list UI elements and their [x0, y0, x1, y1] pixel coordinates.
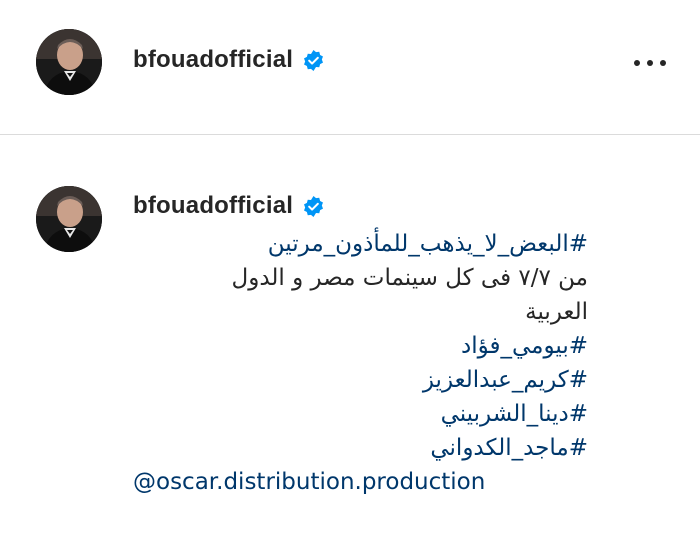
hashtag-link[interactable]: #دينا_الشربيني — [133, 397, 588, 431]
comment-username[interactable]: bfouadofficial — [133, 192, 325, 220]
more-dot — [647, 60, 653, 66]
profile-photo-icon — [36, 29, 102, 95]
mention-link[interactable]: @oscar.distribution.production — [133, 465, 588, 499]
hashtag-link[interactable]: #البعض_لا_يذهب_للمأذون_مرتين — [133, 227, 588, 261]
header-username[interactable]: bfouadofficial — [133, 46, 325, 74]
hashtag-link[interactable]: #بيومي_فؤاد — [133, 329, 588, 363]
verified-badge-icon — [304, 195, 324, 217]
comment-username-text[interactable]: bfouadofficial — [133, 192, 293, 220]
hashtag-link[interactable]: #كريم_عبدالعزيز — [133, 363, 588, 397]
more-dot — [634, 60, 640, 66]
post-header: bfouadofficial — [0, 0, 700, 135]
caption-line: من ٧/٧ فى كل سينمات مصر و الدول — [231, 265, 588, 291]
profile-photo-icon — [36, 186, 102, 252]
avatar[interactable] — [36, 29, 102, 95]
hashtag-link[interactable]: #ماجد_الكدواني — [133, 431, 588, 465]
more-dot — [660, 60, 666, 66]
caption-line: العربية — [525, 299, 588, 325]
caption-text: #البعض_لا_يذهب_للمأذون_مرتين من ٧/٧ فى ك… — [133, 227, 588, 499]
header-username-text[interactable]: bfouadofficial — [133, 46, 293, 74]
verified-badge-icon — [304, 49, 324, 71]
comment-avatar[interactable] — [36, 186, 102, 252]
more-options-icon[interactable] — [634, 51, 666, 75]
